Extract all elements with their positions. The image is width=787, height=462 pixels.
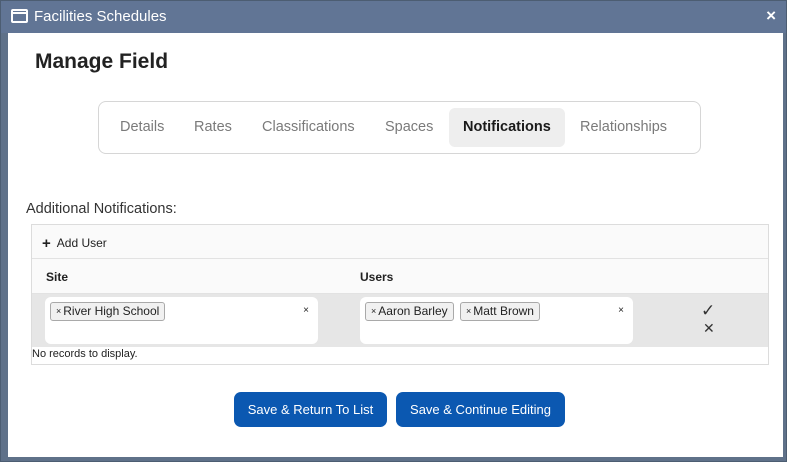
chip-label: Aaron Barley (378, 304, 448, 318)
save-continue-button[interactable]: Save & Continue Editing (396, 392, 565, 427)
window-title: Facilities Schedules (34, 8, 167, 25)
clear-icon[interactable]: × (618, 305, 624, 316)
add-user-label: Add User (56, 236, 107, 250)
grid-toolbar: + Add User (32, 225, 768, 259)
tab-notifications[interactable]: Notifications (449, 108, 565, 147)
tab-relationships[interactable]: Relationships (566, 108, 681, 147)
site-chip: × River High School (50, 302, 166, 321)
column-header-users[interactable]: Users (360, 270, 393, 284)
save-row-icon[interactable]: ✓ (701, 301, 715, 321)
chip-label: Matt Brown (473, 304, 534, 318)
plus-icon: + (42, 235, 51, 252)
dialog-content: Manage Field Details Rates Classificatio… (8, 33, 783, 457)
chip-remove-icon[interactable]: × (56, 306, 61, 316)
edit-row: × River High School × × Aaron Barley × Matt… (32, 294, 768, 347)
save-return-button[interactable]: Save & Return To List (234, 392, 387, 427)
user-chip: × Matt Brown (460, 302, 540, 321)
tab-rates[interactable]: Rates (180, 108, 246, 147)
notifications-grid: + Add User Site Users × River High School … (31, 224, 769, 365)
tab-bar: Details Rates Classifications Spaces Not… (98, 101, 701, 154)
chip-remove-icon[interactable]: × (466, 306, 471, 316)
user-chip: × Aaron Barley (365, 302, 454, 321)
tab-classifications[interactable]: Classifications (248, 108, 369, 147)
column-header-site[interactable]: Site (46, 270, 68, 284)
page-title: Manage Field (35, 50, 169, 73)
empty-message: No records to display. (32, 348, 138, 360)
dialog-window: Facilities Schedules × Manage Field Deta… (0, 0, 787, 462)
site-multiselect[interactable]: × River High School × (45, 297, 318, 344)
tab-spaces[interactable]: Spaces (371, 108, 447, 147)
window-icon (11, 9, 28, 23)
tab-details[interactable]: Details (106, 108, 178, 147)
add-user-button[interactable]: + Add User (42, 234, 107, 252)
clear-icon[interactable]: × (303, 305, 309, 316)
grid-header: Site Users (32, 259, 768, 294)
title-bar: Facilities Schedules × (1, 1, 786, 33)
users-multiselect[interactable]: × Aaron Barley × Matt Brown × (360, 297, 633, 344)
chip-remove-icon[interactable]: × (371, 306, 376, 316)
section-label: Additional Notifications: (26, 201, 177, 217)
close-icon[interactable]: × (766, 6, 776, 26)
cancel-row-icon[interactable]: ✕ (703, 320, 715, 337)
chip-label: River High School (63, 304, 160, 318)
